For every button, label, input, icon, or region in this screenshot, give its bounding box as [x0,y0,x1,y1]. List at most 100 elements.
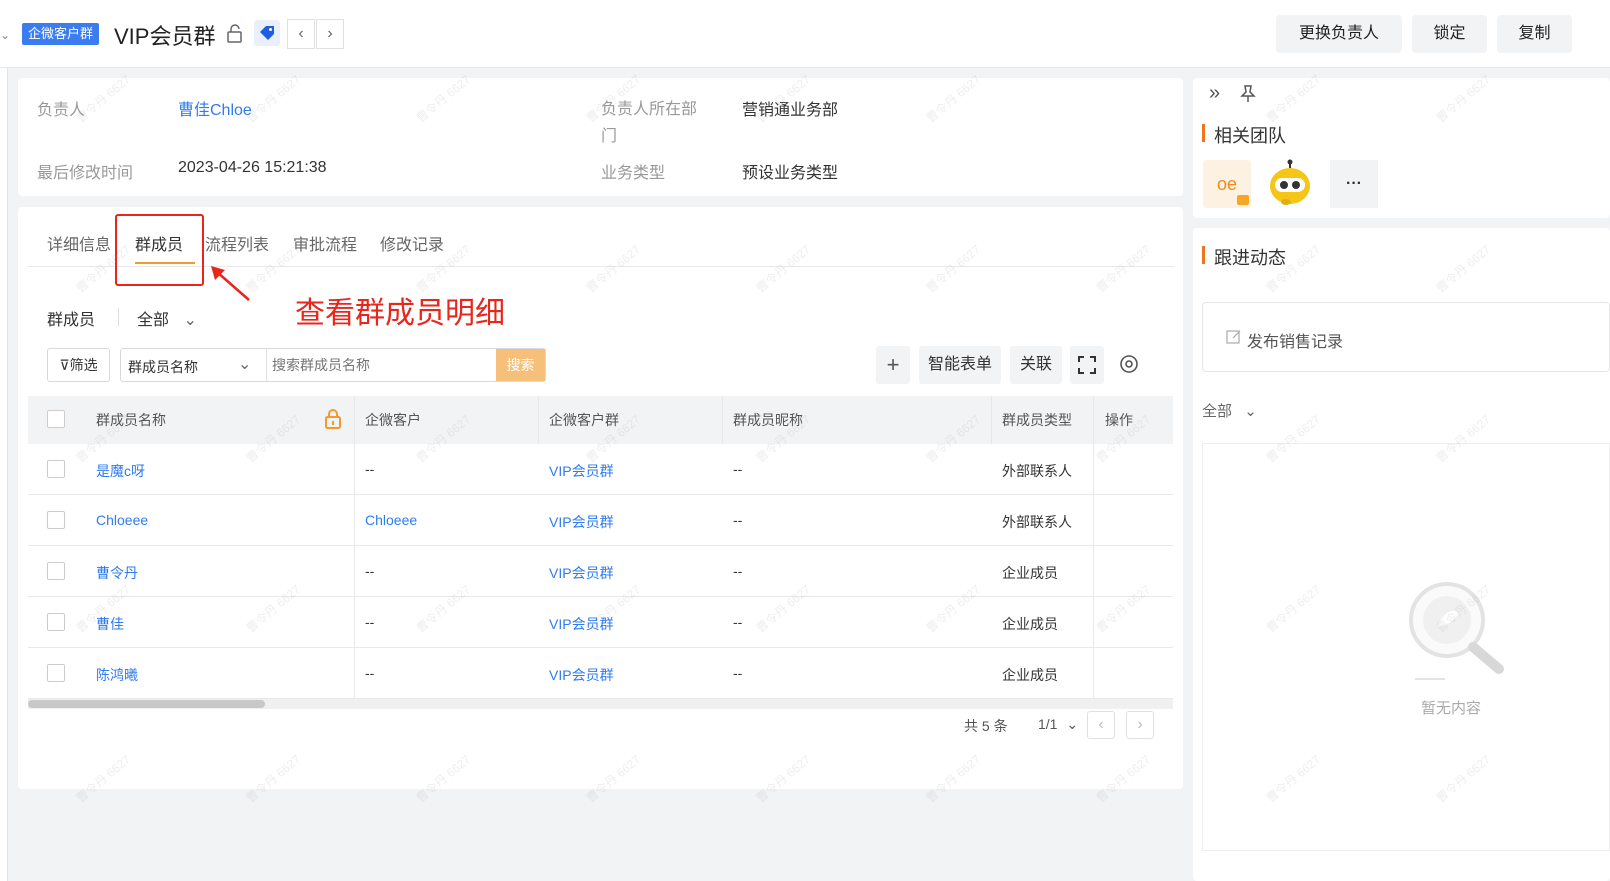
group-link[interactable]: VIP会员群 [549,614,614,634]
next-page-button[interactable]: › [1126,711,1154,739]
section-label: 群成员 [47,312,96,329]
lock-icon [324,409,342,433]
search-input[interactable] [272,350,494,380]
annotation-text: 查看群成员明细 [295,297,505,330]
tab-process-list[interactable]: 流程列表 [205,231,269,255]
row-checkbox[interactable] [47,613,65,631]
tab-details[interactable]: 详细信息 [47,231,111,255]
publish-link[interactable]: 发布销售记录 [1247,328,1343,352]
modified-label: 最后修改时间 [37,165,134,182]
search-button[interactable]: 搜索 [496,349,545,381]
column-divider [538,396,539,444]
modified-value: 2023-04-26 15:21:38 [178,159,327,176]
pin-icon[interactable] [1238,84,1258,108]
column-header-group[interactable]: 企微客户群 [549,410,619,430]
filter-button[interactable]: ⊽筛选 [47,348,110,382]
empty-search-icon [1405,575,1505,689]
member-name-link[interactable]: 是魔c呀 [96,461,145,481]
next-record-button[interactable]: › [316,19,344,49]
column-divider [354,396,355,698]
filter-icon: ⊽ [59,357,70,373]
group-link[interactable]: VIP会员群 [549,665,614,685]
team-title-marker [1202,124,1205,142]
column-header-type[interactable]: 群成员类型 [1002,410,1072,430]
nickname-cell: -- [733,665,743,681]
row-checkbox[interactable] [47,562,65,580]
column-divider [722,396,723,444]
customer-cell: -- [365,461,375,477]
page-select[interactable]: 1/1 ⌄ [1038,716,1078,733]
tab-approval[interactable]: 审批流程 [293,231,357,255]
group-link[interactable]: VIP会员群 [549,512,614,532]
avatar-text: oe [1216,174,1238,194]
left-edge [0,68,8,881]
member-name-link[interactable]: 陈鸿曦 [96,665,138,685]
member-name-link[interactable]: Chloeee [96,512,148,528]
column-header-name[interactable]: 群成员名称 [96,410,166,430]
object-type-badge: 企微客户群 [22,23,100,45]
page-value: 1/1 [1038,716,1058,732]
chevron-down-icon: ⌄ [1244,403,1257,420]
lock-button[interactable]: 锁定 [1412,15,1487,53]
customer-link[interactable]: Chloeee [365,512,417,528]
crown-icon [1237,195,1249,205]
settings-icon[interactable] [1118,353,1140,379]
group-link[interactable]: VIP会员群 [549,461,614,481]
nickname-cell: -- [733,563,743,579]
nickname-cell: -- [733,614,743,630]
dept-label: 负责人所在部门 [601,101,698,145]
copy-button[interactable]: 复制 [1497,15,1572,53]
dept-value: 营销通业务部 [742,102,839,119]
filter-label: 筛选 [69,357,98,373]
column-header-nickname[interactable]: 群成员昵称 [733,410,803,430]
row-checkbox[interactable] [47,511,65,529]
scrollbar-thumb[interactable] [28,700,265,708]
change-owner-button[interactable]: 更换负责人 [1276,15,1402,53]
prev-record-button[interactable]: ‹ [287,19,315,49]
follow-scope-value: 全部 [1202,403,1233,420]
tab-history[interactable]: 修改记录 [380,231,444,255]
scope-value: 全部 [137,312,170,329]
annotation-arrow-icon [211,266,250,301]
select-all-checkbox[interactable] [47,410,65,428]
scope-dropdown[interactable]: 全部 ⌄ [137,306,197,330]
team-avatar[interactable]: oe [1203,160,1251,208]
customer-cell: -- [365,614,375,630]
more-members-button[interactable]: ··· [1330,160,1378,208]
owner-label: 负责人 [37,102,86,119]
prev-page-button[interactable]: ‹ [1087,711,1115,739]
expand-icon[interactable]: » [1209,82,1220,105]
nickname-cell: -- [733,512,743,528]
member-type-cell: 企业成员 [1002,667,1058,683]
edit-icon [1226,329,1242,349]
collapse-chevron-icon[interactable]: ⌄ [0,28,10,42]
row-checkbox[interactable] [47,460,65,478]
row-checkbox[interactable] [47,664,65,682]
owner-link[interactable]: 曹佳Chloe [178,96,252,120]
member-type-cell: 外部联系人 [1002,514,1072,530]
column-header-customer[interactable]: 企微客户 [365,410,421,430]
member-type-cell: 外部联系人 [1002,463,1072,479]
column-header-actions: 操作 [1105,412,1133,428]
member-name-link[interactable]: 曹令丹 [96,563,138,583]
member-name-link[interactable]: 曹佳 [96,614,124,634]
group-link[interactable]: VIP会员群 [549,563,614,583]
follow-title: 跟进动态 [1214,248,1286,268]
member-type-cell: 企业成员 [1002,616,1058,632]
biztype-value: 预设业务类型 [742,165,839,182]
member-type-cell: 企业成员 [1002,565,1058,581]
chevron-down-icon: ⌄ [238,356,252,373]
customer-cell: -- [365,665,375,681]
tag-icon[interactable] [254,20,280,46]
customer-cell: -- [365,563,375,579]
team-title: 相关团队 [1214,126,1286,146]
add-button[interactable]: + [876,346,910,384]
robot-avatar-icon[interactable] [1264,158,1316,214]
column-divider [991,396,992,444]
relate-button[interactable]: 关联 [1010,346,1062,384]
fullscreen-icon[interactable] [1070,346,1104,384]
smart-form-button[interactable]: 智能表单 [919,346,1001,384]
search-field-select[interactable]: 群成员名称 ⌄ [128,356,263,377]
follow-scope-dropdown[interactable]: 全部 ⌄ [1202,400,1257,421]
unlock-icon[interactable] [224,22,246,44]
